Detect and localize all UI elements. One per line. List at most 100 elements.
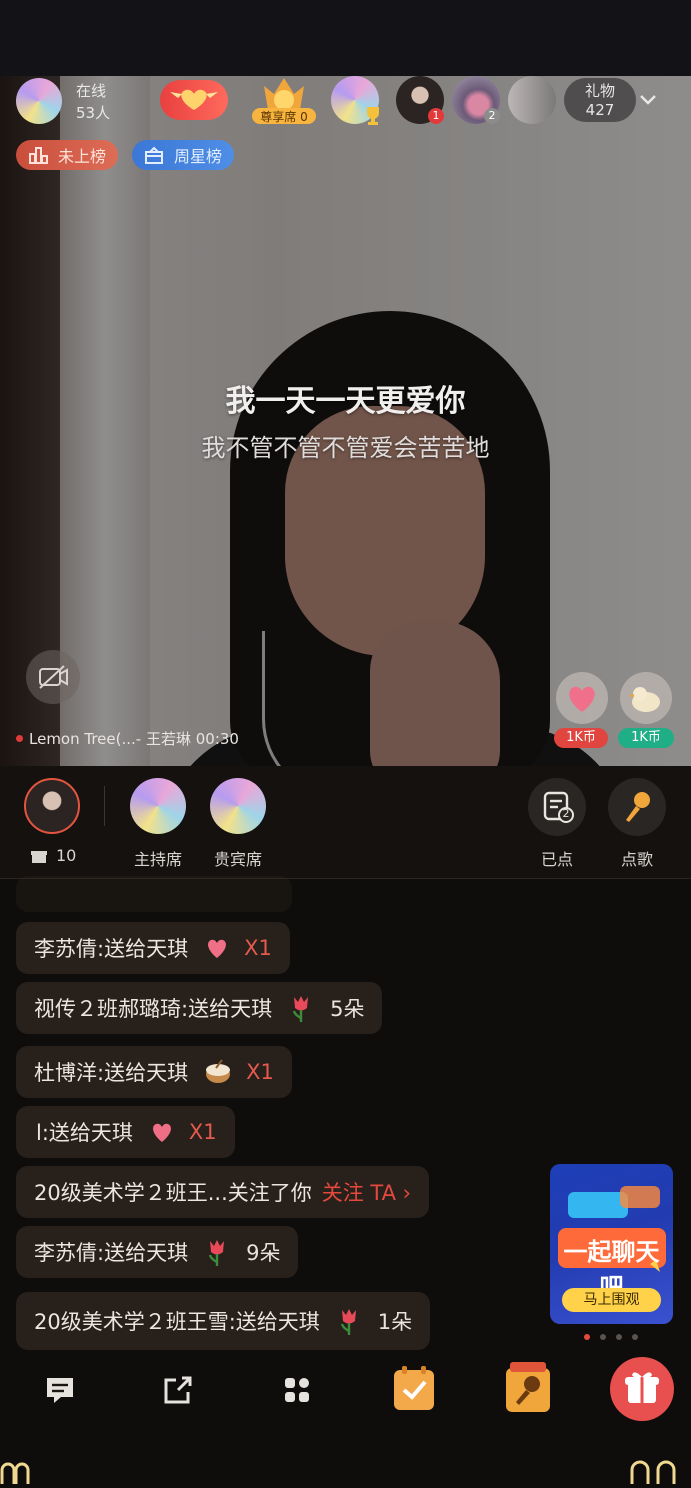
chevron-down-icon[interactable] xyxy=(638,92,658,108)
chat-text: l:送给天琪 xyxy=(36,1121,133,1145)
chat-message-faded xyxy=(16,876,292,912)
promo-pager xyxy=(584,1334,644,1342)
tulip-icon xyxy=(292,996,309,1022)
comment-button[interactable] xyxy=(40,1370,80,1410)
ring-decoration-right xyxy=(628,1458,688,1484)
chat-message[interactable]: 李苏倩:送给天琪 9朵 xyxy=(16,1226,299,1278)
chat-text: 视传２班郝璐琦:送给天琪 xyxy=(34,997,273,1021)
ordered-label: 已点 xyxy=(540,850,573,869)
unranked-pill[interactable]: 未上榜 xyxy=(16,140,119,170)
promo-banner[interactable]: 一起聊天吧 马上围观 xyxy=(550,1164,673,1324)
chat-message-follow[interactable]: 20级美术学２班王...关注了你 关注 TA › xyxy=(16,1166,430,1218)
ordered-songs-button[interactable]: 2 xyxy=(528,778,586,836)
bar-chart-icon xyxy=(29,147,48,164)
gift-label: 礼物 xyxy=(584,82,615,100)
task-button[interactable] xyxy=(392,1364,436,1412)
gift-box-icon xyxy=(31,850,47,863)
heart-gift-icon xyxy=(208,939,227,958)
host-seat-label: 主持席 xyxy=(133,850,182,869)
gift-count: X1 xyxy=(246,1060,274,1084)
lyric-next: 我不管不管不管爱会苦苦地 xyxy=(201,434,490,462)
gift-count: X1 xyxy=(244,936,272,960)
seat-divider xyxy=(104,786,105,826)
vip-seat-badge[interactable]: 尊享席 0 xyxy=(248,66,320,126)
share-icon xyxy=(164,1376,192,1404)
camera-off-icon xyxy=(39,665,68,689)
follow-heart-button[interactable] xyxy=(160,80,228,120)
status-strip xyxy=(0,0,691,76)
quick-gift-heart[interactable] xyxy=(556,672,608,724)
seat-row: 10 主持席 贵宾席 2 已点 点歌 xyxy=(0,766,691,878)
gift-count: 1朵 xyxy=(377,1310,413,1334)
bird-gift-icon xyxy=(628,687,660,712)
lyric-current: 我一天一天更爱你 xyxy=(225,384,466,419)
gift-box-icon xyxy=(625,1372,659,1403)
quick-gift-bird-price: 1K币 xyxy=(618,728,674,748)
chat-text: 李苏倩:送给天琪 xyxy=(34,937,189,961)
camera-toggle-button[interactable] xyxy=(26,650,80,704)
request-song-button[interactable] xyxy=(608,778,666,836)
trophy-icon xyxy=(367,107,379,125)
follow-back-link[interactable]: 关注 TA › xyxy=(322,1177,411,1207)
chat-message[interactable]: 20级美术学２班王雪:送给天琪 1朵 xyxy=(16,1292,431,1350)
promo-watch-button[interactable]: 马上围观 xyxy=(562,1288,661,1312)
tulip-icon xyxy=(340,1309,356,1335)
chat-message[interactable]: 视传２班郝璐琦:送给天琪 5朵 xyxy=(16,982,383,1034)
vip-seat-label: 尊享席 xyxy=(260,110,297,124)
unranked-label: 未上榜 xyxy=(58,147,107,166)
heart-gift-icon xyxy=(152,1123,171,1142)
online-count: 53人 xyxy=(76,104,111,122)
rank-badge-2: 2 xyxy=(484,108,500,124)
checklist-icon xyxy=(394,1366,434,1410)
host-seat-avatar[interactable] xyxy=(24,778,80,834)
guest-seat-button[interactable] xyxy=(210,778,266,834)
drum-gift-icon xyxy=(206,1059,231,1083)
weekly-star-label: 周星榜 xyxy=(174,147,223,166)
request-song-label: 点歌 xyxy=(620,850,653,869)
host-avatar[interactable] xyxy=(16,78,62,124)
gift-box-icon xyxy=(145,146,163,164)
host-seat-button[interactable] xyxy=(130,778,186,834)
gift-button[interactable] xyxy=(610,1357,674,1421)
microphone-icon xyxy=(626,792,650,822)
chat-message[interactable]: l:送给天琪 X1 xyxy=(16,1106,235,1158)
chat-text: 杜博洋:送给天琪 xyxy=(34,1061,189,1085)
quick-gift-bird[interactable] xyxy=(620,672,672,724)
chat-message[interactable]: 杜博洋:送给天琪 X1 xyxy=(16,1046,292,1098)
microphone-icon xyxy=(506,1362,550,1412)
guest-seat-label: 贵宾席 xyxy=(213,850,262,869)
comment-icon xyxy=(47,1378,73,1403)
song-list-icon xyxy=(543,791,574,823)
host-fans: 10 xyxy=(30,846,76,865)
gift-count[interactable]: 礼物 427 xyxy=(564,78,636,122)
viewer-avatar-4[interactable] xyxy=(508,76,556,124)
grid-icon xyxy=(285,1378,309,1402)
playing-dot-icon xyxy=(16,735,23,742)
gift-count: 9朵 xyxy=(246,1241,281,1265)
vip-seat-count: 0 xyxy=(300,110,308,124)
weekly-star-pill[interactable]: 周星榜 xyxy=(132,140,235,170)
online-users[interactable]: 在线 53人 xyxy=(14,76,154,124)
share-button[interactable] xyxy=(158,1370,198,1410)
ring-decoration-left xyxy=(0,1458,30,1484)
song-info: Lemon Tree(...- 王若琳 00:30 xyxy=(29,730,239,748)
gift-count: X1 xyxy=(188,1120,217,1144)
online-label: 在线 xyxy=(76,82,107,100)
chat-message[interactable]: 李苏倩:送给天琪 X1 xyxy=(16,922,290,974)
chat-text: 20级美术学２班王雪:送给天琪 xyxy=(34,1310,320,1334)
winged-heart-icon xyxy=(170,89,218,110)
gift-count: 5朵 xyxy=(330,997,365,1021)
gift-total: 427 xyxy=(585,101,615,119)
host-fans-count: 10 xyxy=(56,846,77,865)
ordered-badge: 2 xyxy=(562,807,570,820)
karaoke-button[interactable] xyxy=(504,1360,552,1414)
video-dim-overlay xyxy=(0,76,691,766)
chat-text: 20级美术学２班王...关注了你 xyxy=(34,1181,312,1205)
now-playing[interactable]: Lemon Tree(...- 王若琳 00:30 xyxy=(16,728,239,749)
rank-badge-1: 1 xyxy=(428,108,444,124)
quick-gift-heart-price: 1K币 xyxy=(554,728,608,748)
more-apps-button[interactable] xyxy=(277,1370,317,1410)
chat-text: 李苏倩:送给天琪 xyxy=(34,1241,189,1265)
tulip-icon xyxy=(208,1240,225,1266)
live-video[interactable] xyxy=(0,76,691,766)
